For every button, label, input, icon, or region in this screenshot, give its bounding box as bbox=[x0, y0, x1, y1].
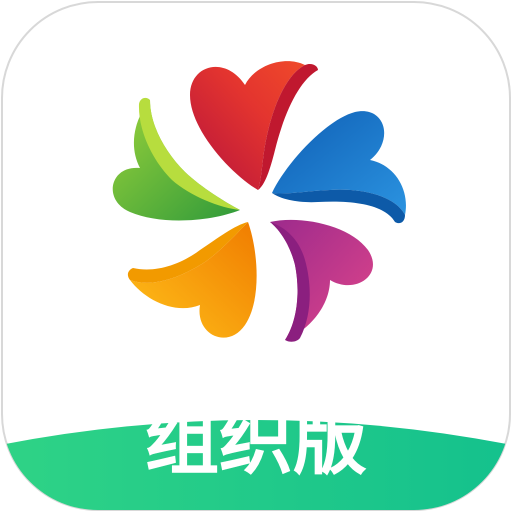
app-label: 组织版 bbox=[145, 399, 367, 485]
app-icon-graphic: 组织版 bbox=[1, 1, 511, 511]
app-icon[interactable]: 组织版 bbox=[0, 0, 512, 512]
